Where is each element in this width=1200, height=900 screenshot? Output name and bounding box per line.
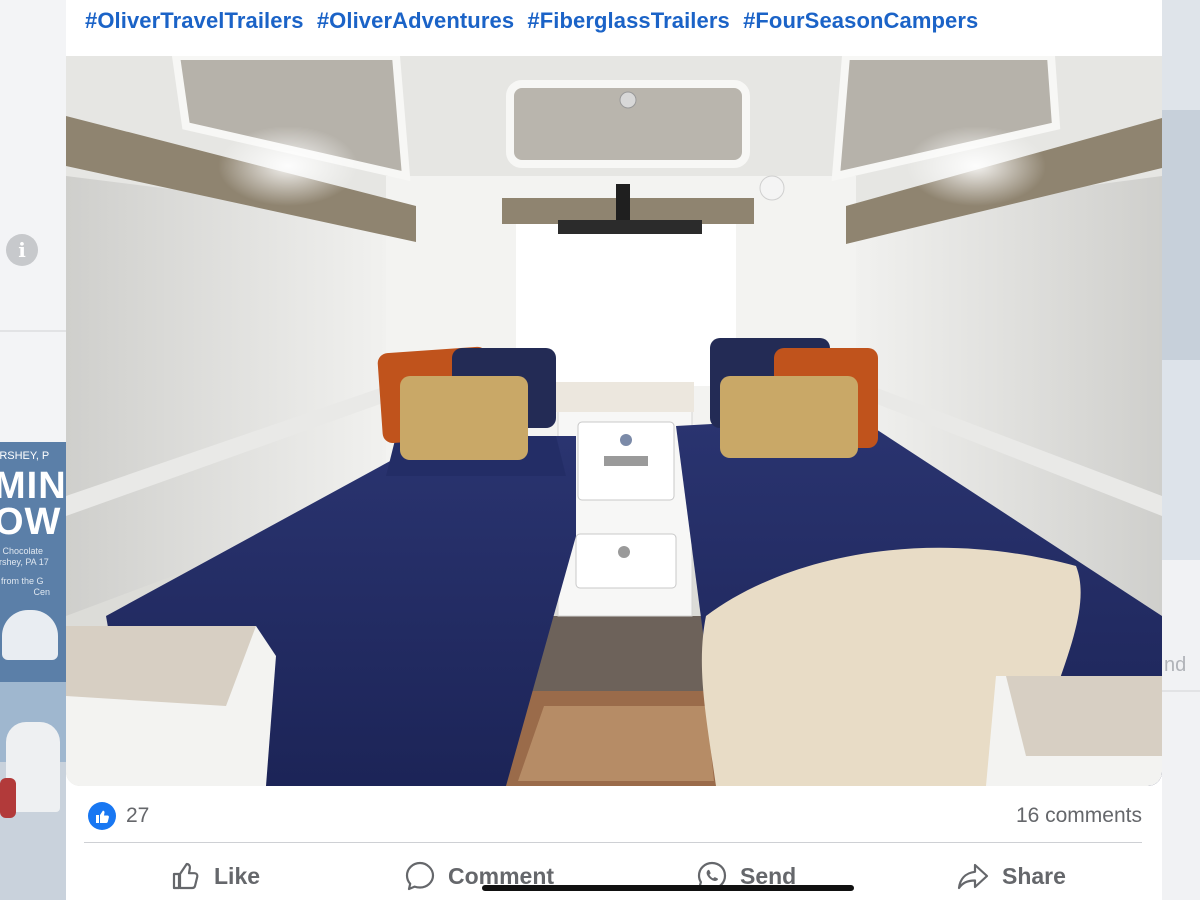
ad-headline-line-2: OW (0, 501, 62, 543)
hashtag-link[interactable]: #OliverAdventures (317, 8, 514, 33)
ad-details: V Chocolate ershey, PA 17 s from the G C… (0, 546, 50, 598)
share-label: Share (1002, 862, 1066, 889)
background-photo[interactable] (0, 682, 66, 900)
thumbs-up-icon (172, 862, 199, 890)
ad-detail-line: ershey, PA 17 (0, 557, 49, 567)
ad-detail-line: Cen (33, 587, 50, 597)
divider (0, 330, 66, 332)
like-button[interactable]: Like (170, 856, 260, 896)
like-reaction-icon (88, 802, 116, 830)
background-image-detail (1162, 110, 1200, 360)
like-label: Like (214, 862, 261, 889)
info-icon[interactable]: i (6, 234, 38, 266)
background-image[interactable] (1162, 360, 1200, 560)
post-card: #OliverTravelTrailers #OliverAdventures … (66, 0, 1162, 900)
ad-detail-line: s from the G (0, 576, 44, 586)
hashtag-link[interactable]: #OliverTravelTrailers (85, 8, 304, 33)
post-photo[interactable] (66, 56, 1162, 786)
ad-headline-line-1: MIN (0, 465, 66, 507)
divider (1162, 690, 1200, 692)
comment-bubble-icon (405, 861, 435, 891)
ad-trailer-graphic (2, 610, 58, 660)
left-background-column: i ERSHEY, P MIN OW V Chocolate ershey, P… (0, 0, 66, 900)
ad-headline: MIN OW (0, 465, 66, 543)
trailer-interior-illustration (66, 56, 1162, 786)
background-text-fragment: nd (1164, 654, 1187, 676)
background-ad-image[interactable]: ERSHEY, P MIN OW V Chocolate ershey, PA … (0, 442, 66, 682)
ad-detail-line: V Chocolate (0, 546, 44, 556)
post-hashtags: #OliverTravelTrailers #OliverAdventures … (85, 8, 985, 34)
right-background-column: nd (1162, 0, 1200, 900)
reaction-count: 27 (126, 804, 150, 827)
home-indicator[interactable] (482, 885, 854, 891)
ad-text: ERSHEY, P (0, 450, 50, 462)
comments-count-link[interactable]: 16 comments (1016, 804, 1142, 828)
hashtag-link[interactable]: #FourSeasonCampers (743, 8, 978, 33)
share-arrow-icon (957, 863, 989, 890)
photo-person (0, 778, 16, 818)
reaction-summary[interactable]: 27 (88, 802, 149, 830)
share-button[interactable]: Share (956, 856, 1066, 896)
divider (84, 842, 1142, 843)
hashtag-link[interactable]: #FiberglassTrailers (527, 8, 729, 33)
